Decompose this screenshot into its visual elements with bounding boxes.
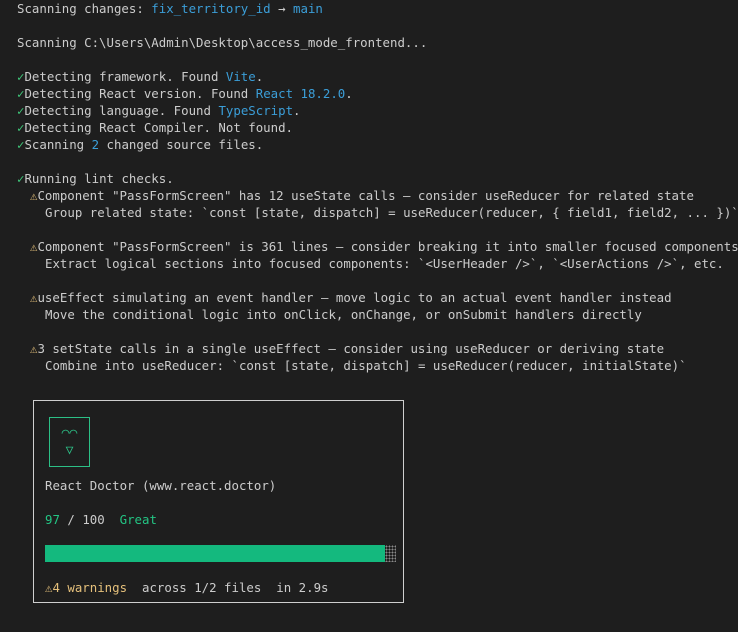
scanning-changes-line: Scanning changes: fix_territory_id → mai… [17, 0, 733, 17]
warning-text: useEffect simulating an event handler — … [37, 290, 672, 305]
score-value: 97 [45, 512, 60, 527]
files-summary: across 1/2 files [142, 580, 262, 595]
warning-text: Component "PassFormScreen" has 12 useSta… [37, 188, 694, 203]
check-react-compiler: ✓Detecting React Compiler. Not found. [17, 119, 733, 136]
warning-message: ⚠Component "PassFormScreen" is 361 lines… [17, 238, 738, 255]
lint-warning: ⚠useEffect simulating an event handler —… [17, 289, 733, 323]
check-text: Scanning [24, 137, 92, 152]
face-eyes: ◠◠ [61, 426, 78, 441]
scanning-prefix: Scanning changes: [17, 1, 152, 16]
warning-text: Component "PassFormScreen" is 361 lines … [37, 239, 738, 254]
score-progress-bar [45, 545, 396, 562]
check-suffix: changed source files. [99, 137, 264, 152]
summary-line: ⚠4 warnings across 1/2 files in 2.9s [45, 579, 329, 596]
check-changed-files: ✓Scanning 2 changed source files. [17, 136, 733, 153]
check-text: Detecting React Compiler. Not found. [24, 120, 294, 135]
lint-title-line: ✓Running lint checks. [17, 170, 733, 187]
detection-checks: ✓Detecting framework. Found Vite. ✓Detec… [17, 68, 733, 153]
check-suffix: . [293, 103, 301, 118]
lint-warning: ⚠Component "PassFormScreen" has 12 useSt… [17, 187, 738, 221]
check-text: Detecting framework. Found [24, 69, 226, 84]
face-mouth: ▽ [65, 443, 74, 458]
warning-hint: Group related state: `const [state, disp… [45, 205, 738, 220]
check-language: ✓Detecting language. Found TypeScript. [17, 102, 733, 119]
score-rating: Great [119, 512, 157, 527]
scanning-path-line: Scanning C:\Users\Admin\Desktop\access_m… [17, 35, 428, 50]
arrow-icon: → [270, 1, 294, 16]
score-separator: / [59, 512, 83, 527]
warning-hint: Move the conditional logic into onClick,… [45, 307, 642, 322]
warning-message: ⚠useEffect simulating an event handler —… [17, 289, 733, 306]
doctor-face-icon: ◠◠ ▽ [49, 417, 90, 467]
check-react-version: ✓Detecting React version. Found React 18… [17, 85, 733, 102]
check-framework: ✓Detecting framework. Found Vite. [17, 68, 733, 85]
check-text: Detecting language. Found [24, 103, 219, 118]
check-text: Detecting React version. Found [24, 86, 256, 101]
check-value: React 18.2.0 [255, 86, 346, 101]
score-line: 97 / 100 Great [45, 511, 157, 528]
warning-text: 3 setState calls in a single useEffect —… [37, 341, 665, 356]
check-suffix: . [345, 86, 353, 101]
lint-title: Running lint checks. [24, 171, 174, 186]
warning-hint: Combine into useReducer: `const [state, … [45, 358, 687, 373]
progress-fill [45, 545, 385, 562]
warning-hint: Extract logical sections into focused co… [45, 256, 724, 271]
progress-remainder [385, 545, 396, 562]
lint-warning: ⚠Component "PassFormScreen" is 361 lines… [17, 238, 738, 272]
time-summary: in 2.9s [276, 580, 329, 595]
warning-message: ⚠Component "PassFormScreen" has 12 useSt… [17, 187, 733, 204]
check-value: 2 [91, 137, 100, 152]
branch-to: main [293, 1, 323, 16]
check-value: Vite [225, 69, 256, 84]
terminal-output: Scanning changes: fix_territory_id → mai… [17, 0, 738, 374]
lint-warning: ⚠3 setState calls in a single useEffect … [17, 340, 733, 374]
warning-message: ⚠3 setState calls in a single useEffect … [17, 340, 733, 357]
check-suffix: . [255, 69, 264, 84]
card-title: React Doctor (www.react.doctor) [45, 478, 277, 493]
warnings-count: 4 warnings [52, 580, 128, 595]
branch-from: fix_territory_id [151, 1, 271, 16]
react-doctor-card: ◠◠ ▽ React Doctor (www.react.doctor) 97 … [33, 400, 404, 603]
check-value: TypeScript [218, 103, 294, 118]
score-max: 100 [82, 512, 105, 527]
